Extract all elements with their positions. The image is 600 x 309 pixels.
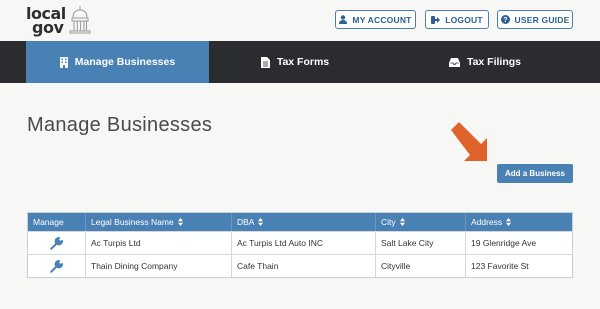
column-header-label: Address [471,217,503,227]
sort-icon [258,218,264,226]
sign-out-icon [431,15,441,24]
manage-cell [28,255,85,277]
tab-manage-businesses[interactable]: Manage Businesses [26,41,209,83]
businesses-table: Manage Legal Business Name DBA City Addr… [27,212,573,278]
my-account-button[interactable]: MY ACCOUNT [335,10,416,29]
sort-icon [506,218,512,226]
page-title: Manage Businesses [27,114,213,136]
column-header-label: City [381,217,396,227]
cell-city: Cityville [375,255,465,277]
column-header-label: Manage [33,217,64,227]
tab-tax-filings-label: Tax Filings [466,56,522,68]
sort-icon [399,218,405,226]
tab-tax-filings[interactable]: Tax Filings [410,41,560,83]
logout-button[interactable]: LOGOUT [425,10,489,29]
cell-address: 19 Glenridge Ave [465,232,572,254]
wrench-icon[interactable] [50,236,63,250]
table-row: Thain Dining Company Cafe Thain Cityvill… [28,254,572,277]
cell-legal-name: Ac Turpis Ltd [85,232,231,254]
column-header-address[interactable]: Address [465,213,572,231]
cell-dba: Ac Turpis Ltd Auto INC [231,232,375,254]
logout-label: LOGOUT [445,14,483,25]
column-header-label: Legal Business Name [91,217,174,227]
site-header: local gov MY ACCOUNT LOGOUT ? USER GUIDE [0,0,600,41]
table-header-row: Manage Legal Business Name DBA City Addr… [28,213,572,231]
tab-tax-forms[interactable]: Tax Forms [220,41,370,83]
column-header-city[interactable]: City [375,213,465,231]
inbox-icon [448,57,460,67]
capitol-dome-icon [69,6,91,34]
manage-cell [28,232,85,254]
localgov-logo[interactable]: local gov [26,4,96,38]
svg-text:?: ? [503,17,507,24]
column-header-manage: Manage [28,213,85,231]
user-icon [339,15,348,24]
my-account-label: MY ACCOUNT [352,14,412,25]
cell-legal-name: Thain Dining Company [85,255,231,277]
logo-text-bottom: gov [32,18,64,37]
tab-manage-businesses-label: Manage Businesses [74,56,176,68]
wrench-icon[interactable] [50,259,63,273]
pointer-arrow-icon [451,122,487,161]
cell-city: Salt Lake City [375,232,465,254]
building-icon [59,56,68,68]
column-header-dba[interactable]: DBA [231,213,375,231]
user-guide-label: USER GUIDE [514,14,570,25]
document-icon [260,56,270,68]
main-nav: Manage Businesses Tax Forms Tax Filings [0,41,600,83]
tab-tax-forms-label: Tax Forms [276,56,330,68]
question-circle-icon: ? [500,15,510,24]
table-row: Ac Turpis Ltd Ac Turpis Ltd Auto INC Sal… [28,231,572,254]
sort-icon [177,218,183,226]
column-header-legal-name[interactable]: Legal Business Name [85,213,231,231]
add-business-button[interactable]: Add a Business [497,164,573,183]
column-header-label: DBA [237,217,255,227]
cell-dba: Cafe Thain [231,255,375,277]
cell-address: 123 Favorite St [465,255,572,277]
user-guide-button[interactable]: ? USER GUIDE [497,10,573,29]
